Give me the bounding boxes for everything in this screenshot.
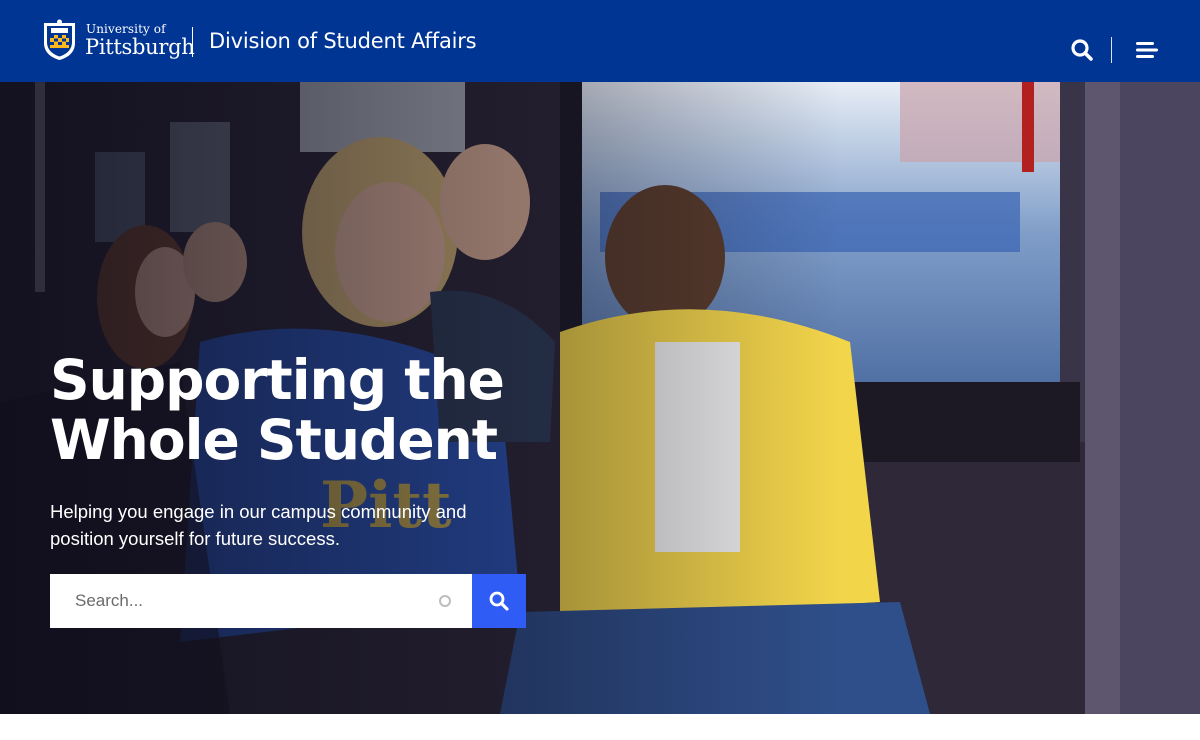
site-header: University of Pittsburgh Division of Stu… bbox=[0, 0, 1200, 82]
hero-heading-line-1: Supporting the bbox=[50, 348, 505, 412]
header-icon-divider bbox=[1111, 37, 1112, 63]
hero-section: Pitt Supporting the Whole Student Helpin… bbox=[0, 82, 1200, 714]
hero-search-form bbox=[50, 574, 526, 628]
hero-subtitle-line-1: Helping you engage in our campus communi… bbox=[50, 501, 467, 522]
hero-subtitle: Helping you engage in our campus communi… bbox=[50, 498, 510, 552]
hamburger-menu-icon bbox=[1136, 42, 1158, 58]
hero-heading-line-2: Whole Student bbox=[50, 408, 498, 472]
hero-search-input[interactable] bbox=[50, 574, 472, 628]
hero-subtitle-line-2: position yourself for future success. bbox=[50, 528, 340, 549]
university-logo[interactable]: University of Pittsburgh bbox=[42, 18, 195, 62]
header-search-button[interactable] bbox=[1068, 36, 1096, 64]
search-icon bbox=[489, 591, 509, 611]
site-title[interactable]: Division of Student Affairs bbox=[209, 27, 477, 55]
logo-text-small: University of bbox=[86, 21, 166, 36]
header-divider bbox=[192, 27, 193, 57]
search-icon bbox=[1071, 39, 1093, 61]
menu-button[interactable] bbox=[1133, 39, 1161, 63]
hero-heading: Supporting the Whole Student bbox=[50, 350, 570, 470]
loading-indicator-icon bbox=[439, 595, 451, 607]
logo-text-big: Pittsburgh bbox=[85, 34, 195, 59]
hero-search-button[interactable] bbox=[472, 574, 526, 628]
university-seal-icon bbox=[44, 19, 75, 60]
